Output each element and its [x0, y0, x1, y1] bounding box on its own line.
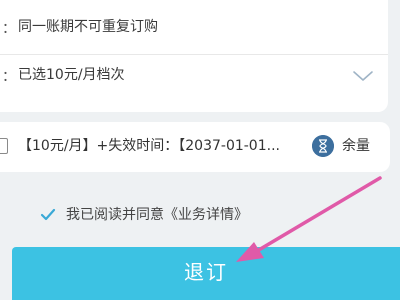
chevron-down-icon[interactable]	[350, 66, 376, 86]
order-info: 【10元/月】+失效时间：【2037-01-01...	[18, 137, 280, 155]
remain-link[interactable]: 余量	[342, 137, 370, 155]
hourglass-icon[interactable]	[312, 135, 334, 157]
check-icon[interactable]	[40, 207, 56, 223]
order-item-row: 【10元/月】+失效时间：【2037-01-01... 余量	[0, 122, 390, 172]
colon-separator: ：	[2, 21, 16, 37]
unsubscribe-label: 退订	[184, 262, 228, 284]
selected-plan-text: 已选10元/月档次	[18, 67, 125, 83]
order-select-checkbox[interactable]	[0, 138, 8, 154]
colon-separator: ：	[2, 69, 16, 85]
rule-text: 同一账期不可重复订购	[18, 19, 158, 35]
divider	[0, 54, 388, 55]
form-card: ： 同一账期不可重复订购 ： 已选10元/月档次	[0, 0, 388, 112]
effective-label: +失效时间：	[96, 138, 179, 154]
unsubscribe-button[interactable]: 退订	[12, 247, 400, 300]
agreement-text: 我已阅读并同意《业务详情》	[66, 207, 248, 223]
expiry-value: 【2037-01-01...	[178, 138, 280, 154]
order-price: 【10元/月】	[18, 138, 97, 154]
